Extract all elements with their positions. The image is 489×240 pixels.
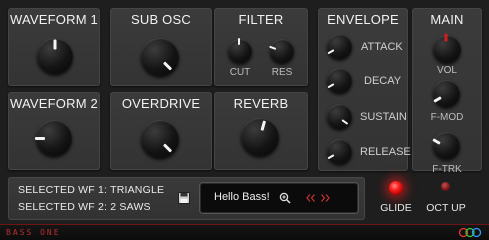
rgb-rings-icon (458, 227, 482, 238)
preset-display[interactable]: Hello Bass! (200, 183, 358, 213)
release-knob[interactable] (326, 139, 352, 164)
overdrive-title: OVERDRIVE (121, 96, 201, 111)
filter-mod-label: F-MOD (430, 112, 464, 123)
prev-arrows-icon[interactable] (306, 194, 316, 202)
filter-cut-label: CUT (229, 67, 251, 78)
overdrive-knob[interactable] (141, 120, 179, 158)
waveform1-panel: WAVEFORM 1 (8, 8, 100, 86)
volume-knob[interactable] (433, 33, 461, 63)
release-label: RELEASE (360, 146, 411, 158)
filter-title: FILTER (238, 12, 284, 27)
waveform1-title: WAVEFORM 1 (10, 12, 98, 27)
magnifier-icon[interactable] (279, 192, 291, 204)
volume-label: VOL (436, 65, 457, 76)
filter-mod-knob[interactable] (432, 80, 460, 107)
sustain-label: SUSTAIN (360, 111, 407, 123)
sub-osc-panel: SUB OSC (110, 8, 212, 86)
main-panel: MAIN VOL F-MOD F-TRK (412, 8, 482, 175)
sub-osc-title: SUB OSC (131, 12, 191, 27)
decay-label: DECAY (364, 75, 402, 87)
selected-wf2-text: SELECTED WF 2: 2 SAWS (18, 201, 151, 213)
reverb-panel: REVERB (214, 92, 308, 170)
overdrive-panel: OVERDRIVE (110, 92, 212, 170)
filter-track-label: F-TRK (432, 164, 462, 175)
decay-knob[interactable] (326, 68, 352, 93)
waveform2-panel: WAVEFORM 2 (8, 92, 100, 170)
oct-up-label[interactable]: OCT UP (422, 202, 470, 214)
footer-bar: BASS ONE (0, 224, 489, 240)
envelope-title: ENVELOPE (327, 12, 399, 27)
oct-up-led[interactable] (441, 182, 450, 191)
filter-track-knob[interactable] (431, 132, 460, 159)
waveform2-knob[interactable] (35, 120, 72, 156)
glide-label[interactable]: GLIDE (376, 202, 416, 214)
envelope-panel: ENVELOPE ATTACK DECAY SUSTAIN RELEASE (318, 8, 411, 171)
sustain-knob[interactable] (327, 104, 352, 129)
preset-name: Hello Bass! (214, 191, 270, 203)
attack-knob[interactable] (326, 34, 352, 59)
main-title: MAIN (430, 12, 464, 27)
attack-label: ATTACK (361, 41, 403, 53)
waveform1-knob[interactable] (37, 38, 73, 74)
selected-wf1-text: SELECTED WF 1: TRIANGLE (18, 184, 165, 196)
sub-osc-knob[interactable] (141, 38, 179, 76)
filter-res-label: RES (271, 67, 293, 78)
next-arrows-icon[interactable] (320, 194, 330, 202)
glide-led[interactable] (389, 181, 403, 195)
filter-panel: FILTER CUT RES (214, 8, 308, 86)
reverb-title: REVERB (233, 96, 289, 111)
filter-cut-knob[interactable] (228, 38, 252, 63)
reverb-knob[interactable] (241, 118, 279, 156)
brand-logo: BASS ONE (6, 228, 61, 237)
waveform2-title: WAVEFORM 2 (10, 96, 98, 111)
floppy-icon[interactable] (178, 192, 190, 204)
filter-res-knob[interactable] (269, 39, 294, 63)
